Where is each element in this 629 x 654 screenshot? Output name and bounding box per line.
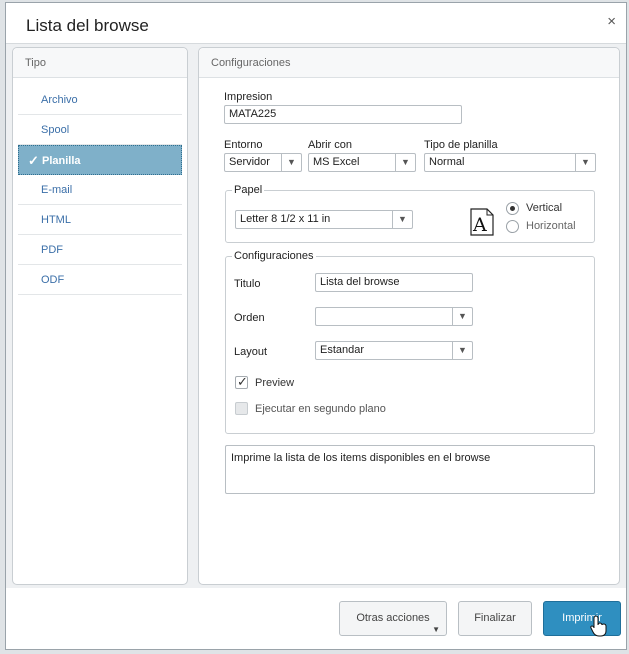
- tipo-item-label: E-mail: [41, 184, 73, 196]
- tipo-item-label: HTML: [41, 214, 71, 226]
- radio-button[interactable]: [506, 202, 519, 215]
- chevron-down-icon: ▼: [452, 342, 472, 359]
- titulo-input[interactable]: Lista del browse: [315, 273, 473, 292]
- tipo-item-spool[interactable]: Spool: [18, 115, 182, 145]
- svg-text:A: A: [472, 214, 487, 236]
- chevron-down-icon: ▼: [575, 154, 595, 171]
- impresion-label: Impresion: [224, 91, 273, 103]
- layout-label: Layout: [234, 346, 268, 358]
- tipo-panel: Tipo Archivo Spool ✓ Planilla E-mail HTML…: [12, 47, 188, 585]
- config-panel-header: Configuraciones: [199, 48, 619, 78]
- page-portrait-icon: A: [470, 208, 494, 236]
- chevron-down-icon: ▼: [395, 154, 415, 171]
- ejecutar-checkbox[interactable]: [235, 402, 248, 415]
- dialog-body: Tipo Archivo Spool ✓ Planilla E-mail HTML…: [6, 43, 626, 588]
- abrir-con-value: MS Excel: [313, 156, 360, 168]
- config-panel: Configuraciones Impresion MATA225 Entorn…: [198, 47, 620, 585]
- tipo-item-label: PDF: [41, 244, 63, 256]
- finalizar-button[interactable]: Finalizar: [458, 601, 532, 636]
- chevron-down-icon: ▼: [452, 308, 472, 325]
- layout-select[interactable]: Estandar ▼: [315, 341, 473, 360]
- description-box: Imprime la lista de los items disponible…: [225, 445, 595, 494]
- entorno-select[interactable]: Servidor ▼: [224, 153, 302, 172]
- tipo-planilla-label: Tipo de planilla: [424, 139, 498, 151]
- radio-label: Vertical: [526, 202, 563, 214]
- preview-checkbox[interactable]: ✓: [235, 374, 248, 389]
- radio-button[interactable]: [506, 220, 519, 233]
- tipo-planilla-value: Normal: [429, 156, 465, 168]
- chevron-down-icon: ▼: [281, 154, 301, 171]
- tipo-item-label: Archivo: [41, 94, 78, 106]
- caret-down-icon: ▼: [432, 625, 440, 634]
- tipo-item-planilla[interactable]: ✓ Planilla: [18, 145, 182, 175]
- tipo-item-label: Planilla: [42, 155, 81, 167]
- abrir-con-select[interactable]: MS Excel ▼: [308, 153, 416, 172]
- tipo-item-label: ODF: [41, 274, 65, 286]
- print-dialog: Lista del browse × Tipo Archivo Spool ✓ P…: [5, 2, 627, 650]
- preview-label: Preview: [255, 377, 295, 389]
- finalizar-label: Finalizar: [474, 612, 516, 624]
- tipo-list: Archivo Spool ✓ Planilla E-mail HTML PDF …: [18, 85, 182, 295]
- dialog-title: Lista del browse: [26, 16, 149, 35]
- close-icon[interactable]: ×: [607, 14, 616, 29]
- configuraciones-legend: Configuraciones: [234, 250, 314, 262]
- entorno-value: Servidor: [229, 156, 270, 168]
- imprimir-button[interactable]: Imprimir: [543, 601, 621, 636]
- tipo-planilla-select[interactable]: Normal ▼: [424, 153, 596, 172]
- orden-select[interactable]: ▼: [315, 307, 473, 326]
- tipo-item-email[interactable]: E-mail: [18, 175, 182, 205]
- papel-size-value: Letter 8 1/2 x 11 in: [240, 213, 331, 225]
- orden-label: Orden: [234, 312, 265, 324]
- hand-cursor-icon: [590, 615, 607, 637]
- otras-acciones-label: Otras acciones: [356, 612, 430, 624]
- tipo-item-archivo[interactable]: Archivo: [18, 85, 182, 115]
- radio-label: Horizontal: [526, 220, 576, 232]
- ejecutar-label: Ejecutar en segundo plano: [255, 403, 386, 415]
- checkmark-icon: ✓: [237, 374, 248, 389]
- titulo-label: Titulo: [234, 278, 261, 290]
- impresion-input[interactable]: MATA225: [224, 105, 462, 124]
- tipo-item-odf[interactable]: ODF: [18, 265, 182, 295]
- tipo-item-pdf[interactable]: PDF: [18, 235, 182, 265]
- otras-acciones-button[interactable]: Otras acciones ▼: [339, 601, 447, 636]
- checkmark-icon: ✓: [28, 153, 39, 168]
- papel-legend: Papel: [234, 184, 263, 196]
- entorno-label: Entorno: [224, 139, 263, 151]
- papel-size-select[interactable]: Letter 8 1/2 x 11 in ▼: [235, 210, 413, 229]
- tipo-item-html[interactable]: HTML: [18, 205, 182, 235]
- abrir-con-label: Abrir con: [308, 139, 353, 151]
- tipo-item-label: Spool: [41, 124, 70, 136]
- chevron-down-icon: ▼: [392, 211, 412, 228]
- layout-value: Estandar: [320, 344, 365, 356]
- tipo-panel-header: Tipo: [13, 48, 187, 78]
